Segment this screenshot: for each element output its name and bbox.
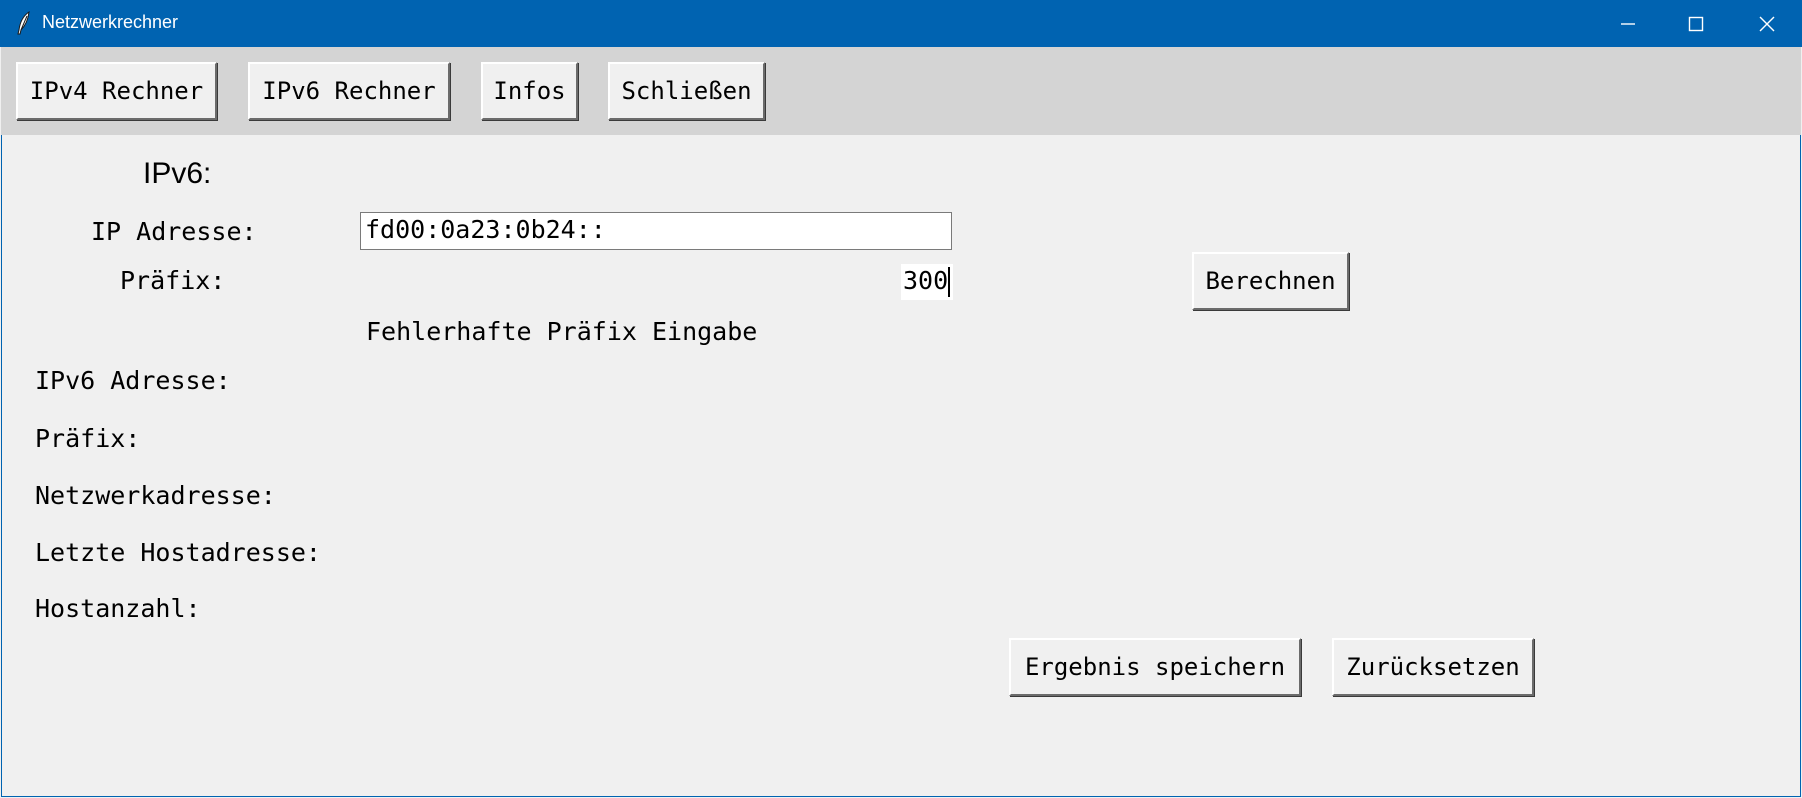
ip-address-input[interactable]: fd00:0a23:0b24:: bbox=[360, 212, 952, 250]
minimize-icon bbox=[1621, 23, 1635, 25]
berechnen-button[interactable]: Berechnen bbox=[1192, 252, 1349, 310]
ipv4-rechner-button[interactable]: IPv4 Rechner bbox=[16, 62, 217, 120]
prefix-input[interactable]: 300 bbox=[901, 264, 953, 300]
result-last-host-label: Letzte Hostadresse: bbox=[35, 538, 321, 567]
result-host-count-label: Hostanzahl: bbox=[35, 594, 201, 623]
ergebnis-speichern-button[interactable]: Ergebnis speichern bbox=[1009, 638, 1301, 696]
infos-button[interactable]: Infos bbox=[481, 62, 578, 120]
section-heading: IPv6: bbox=[143, 157, 212, 190]
ipv6-rechner-button[interactable]: IPv6 Rechner bbox=[248, 62, 450, 120]
result-prefix-label: Präfix: bbox=[35, 424, 141, 453]
close-button[interactable] bbox=[1731, 0, 1801, 47]
result-ipv6-address-label: IPv6 Adresse: bbox=[35, 366, 231, 395]
schliessen-button[interactable]: Schließen bbox=[608, 62, 765, 120]
prefix-input-label: Präfix: bbox=[120, 266, 226, 295]
result-network-address-label: Netzwerkadresse: bbox=[35, 481, 276, 510]
feather-icon bbox=[14, 10, 34, 35]
maximize-button[interactable] bbox=[1660, 0, 1730, 47]
maximize-icon bbox=[1688, 16, 1704, 32]
title-bar: Netzwerkrechner bbox=[0, 0, 1802, 47]
ip-address-label: IP Adresse: bbox=[91, 217, 257, 246]
window-title: Netzwerkrechner bbox=[42, 12, 179, 32]
text-caret bbox=[948, 267, 951, 297]
prefix-value: 300 bbox=[903, 266, 949, 295]
ip-address-value: fd00:0a23:0b24:: bbox=[365, 215, 606, 244]
close-icon bbox=[1759, 16, 1775, 32]
error-message: Fehlerhafte Präfix Eingabe bbox=[366, 317, 758, 346]
zuruecksetzen-button[interactable]: Zurücksetzen bbox=[1332, 638, 1534, 696]
minimize-button[interactable] bbox=[1592, 0, 1662, 47]
